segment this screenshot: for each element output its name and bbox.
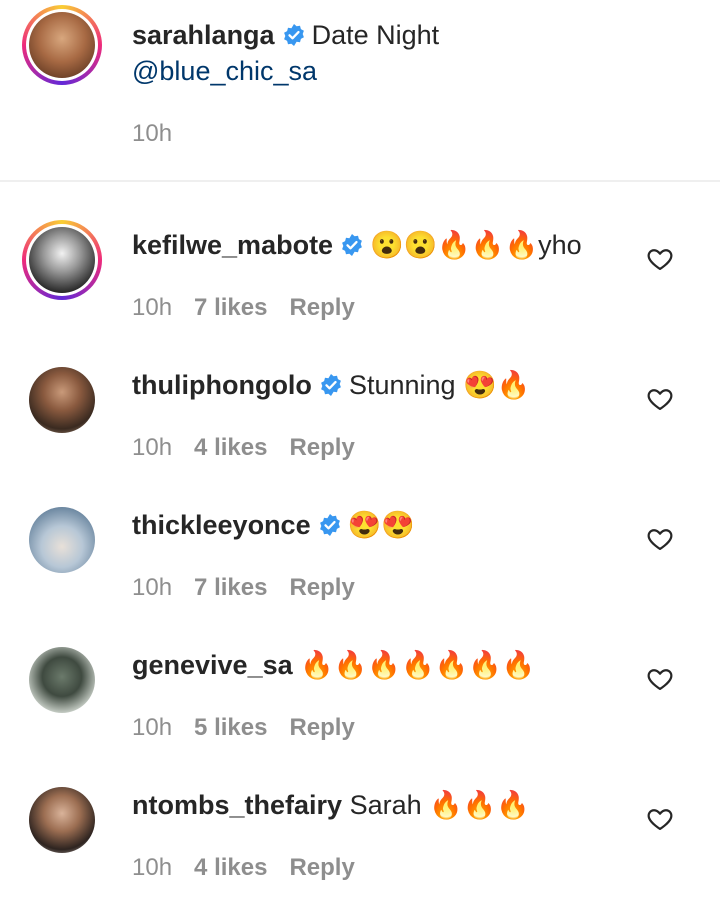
comment-text: Stunning 😍🔥 <box>348 370 531 400</box>
heart-outline-icon[interactable] <box>646 805 674 833</box>
comment-likes[interactable]: 4 likes <box>194 434 267 461</box>
caption-mention-link[interactable]: @blue_chic_sa <box>132 56 317 87</box>
comment-text: 🔥🔥🔥🔥🔥🔥🔥 <box>300 650 536 680</box>
heart-outline-icon[interactable] <box>646 385 674 413</box>
comment-meta: 10h 4 likes Reply <box>132 434 377 462</box>
comment-likes[interactable]: 4 likes <box>194 854 267 881</box>
caption-timestamp: 10h <box>132 120 173 147</box>
post-caption: sarahlanga Date Night @blue_chic_sa 10h <box>0 0 720 180</box>
comment-timestamp: 10h <box>132 854 173 881</box>
caption-text: Date Night <box>311 20 440 50</box>
caption-username[interactable]: sarahlanga <box>132 20 275 50</box>
heart-outline-icon[interactable] <box>646 245 674 273</box>
commenter-avatar[interactable] <box>22 220 102 300</box>
heart-outline-icon[interactable] <box>646 665 674 693</box>
verified-badge-icon <box>319 514 340 536</box>
caption-avatar[interactable] <box>22 5 102 85</box>
comment-timestamp: 10h <box>132 434 173 461</box>
comment-timestamp: 10h <box>132 294 173 321</box>
comment-meta: 10h 5 likes Reply <box>132 714 377 742</box>
heart-outline-icon[interactable] <box>646 525 674 553</box>
comment-likes[interactable]: 7 likes <box>194 294 267 321</box>
reply-button[interactable]: Reply <box>289 434 354 461</box>
comment-username[interactable]: thickleeyonce <box>132 510 311 540</box>
reply-button[interactable]: Reply <box>289 574 354 601</box>
commenter-avatar[interactable] <box>22 640 102 720</box>
reply-button[interactable]: Reply <box>289 714 354 741</box>
commenter-avatar[interactable] <box>22 360 102 440</box>
comment-meta: 10h 7 likes Reply <box>132 294 377 322</box>
comment-text: 😮😮🔥🔥🔥yho <box>370 230 582 260</box>
verified-badge-icon <box>283 24 304 46</box>
verified-badge-icon <box>342 234 362 256</box>
comment-username[interactable]: thuliphongolo <box>132 370 312 400</box>
comment-meta: 10h 4 likes Reply <box>132 854 377 882</box>
commenter-avatar[interactable] <box>22 780 102 860</box>
comment-text: Sarah 🔥🔥🔥 <box>349 790 530 820</box>
comment-likes[interactable]: 7 likes <box>194 574 267 601</box>
comment-timestamp: 10h <box>132 574 173 601</box>
commenter-avatar[interactable] <box>22 500 102 580</box>
comment-username[interactable]: ntombs_thefairy <box>132 790 342 820</box>
comment-meta: 10h 7 likes Reply <box>132 574 377 602</box>
comment-username[interactable]: kefilwe_mabote <box>132 230 333 260</box>
verified-badge-icon <box>321 374 341 396</box>
comment-username[interactable]: genevive_sa <box>132 650 293 680</box>
comment-timestamp: 10h <box>132 714 173 741</box>
comment-text: 😍😍 <box>347 510 415 540</box>
reply-button[interactable]: Reply <box>289 294 354 321</box>
comment-likes[interactable]: 5 likes <box>194 714 267 741</box>
reply-button[interactable]: Reply <box>289 854 354 881</box>
divider <box>0 180 720 182</box>
